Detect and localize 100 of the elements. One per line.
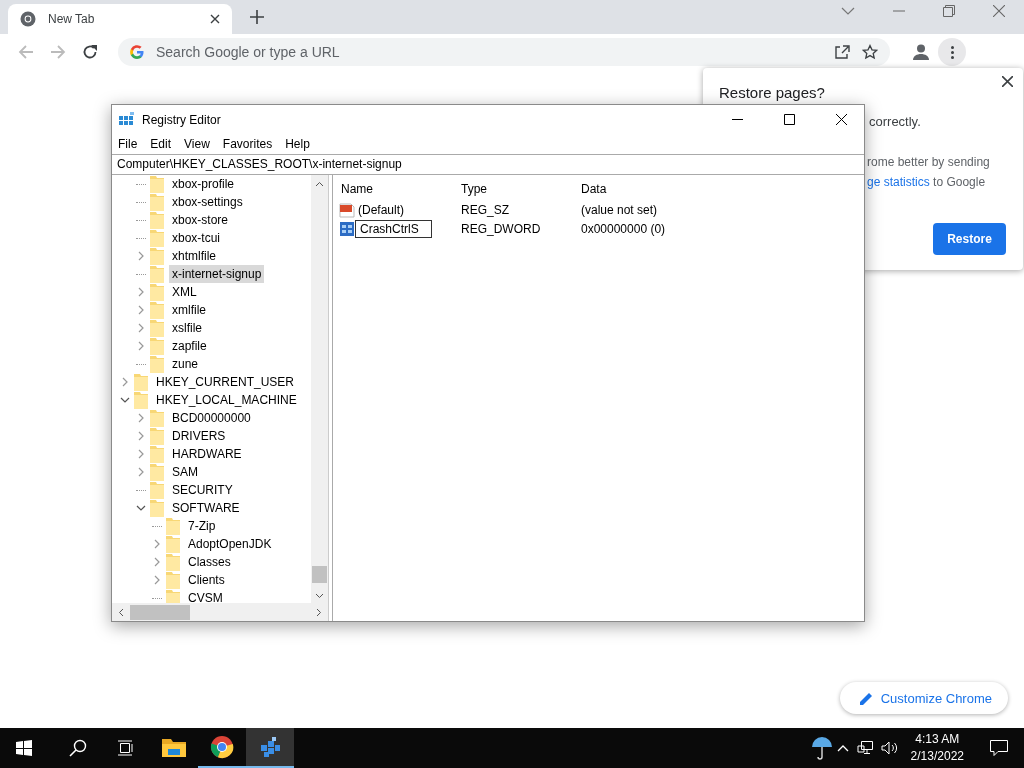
tree-item[interactable]: 7-Zip bbox=[185, 517, 219, 535]
close-icon[interactable] bbox=[1002, 76, 1013, 87]
chevron-right-icon[interactable] bbox=[136, 287, 146, 297]
scroll-left-icon[interactable] bbox=[118, 607, 124, 617]
horizontal-scrollbar[interactable] bbox=[112, 603, 328, 621]
tree-item[interactable]: XML bbox=[169, 283, 200, 301]
chevron-right-icon[interactable] bbox=[152, 575, 162, 585]
tree-item[interactable]: DRIVERS bbox=[169, 427, 229, 445]
tree-item[interactable]: HARDWARE bbox=[169, 445, 245, 463]
chevron-down-icon[interactable] bbox=[120, 395, 130, 405]
close-icon[interactable] bbox=[210, 14, 220, 24]
tree-item[interactable]: xbox-profile bbox=[169, 175, 238, 193]
search-icon[interactable] bbox=[69, 739, 87, 757]
value-data: 0x00000000 (0) bbox=[580, 221, 667, 236]
tree-item[interactable]: zapfile bbox=[169, 337, 210, 355]
tree-item[interactable]: xmlfile bbox=[169, 301, 209, 319]
close-icon[interactable] bbox=[836, 114, 847, 125]
tree-item[interactable]: SAM bbox=[169, 463, 201, 481]
scroll-thumb[interactable] bbox=[312, 566, 327, 583]
menu-icon[interactable] bbox=[938, 38, 966, 66]
usage-statistics-link[interactable]: ge statistics bbox=[867, 175, 930, 189]
menu-item[interactable]: Help bbox=[285, 137, 310, 151]
chevron-right-icon[interactable] bbox=[136, 341, 146, 351]
customize-chrome-button[interactable]: Customize Chrome bbox=[839, 682, 1008, 714]
clock-date[interactable]: 2/13/2022 bbox=[910, 748, 964, 765]
browser-tab[interactable]: New Tab bbox=[8, 4, 232, 34]
tree-item[interactable]: x-internet-signup bbox=[169, 265, 265, 283]
tree-item[interactable]: SECURITY bbox=[169, 481, 236, 499]
tree-item[interactable]: HKEY_LOCAL_MACHINE bbox=[153, 391, 300, 409]
tree-item[interactable]: HKEY_CURRENT_USER bbox=[153, 373, 298, 391]
tree-item[interactable]: AdoptOpenJDK bbox=[185, 535, 275, 553]
chevron-right-icon[interactable] bbox=[152, 539, 162, 549]
tree-item[interactable]: zune bbox=[169, 355, 202, 373]
chevron-right-icon[interactable] bbox=[136, 467, 146, 477]
tree-item[interactable]: xbox-tcui bbox=[169, 229, 224, 247]
chevron-right-icon[interactable] bbox=[152, 557, 162, 567]
menu-item[interactable]: Favorites bbox=[222, 137, 273, 151]
network-icon[interactable] bbox=[856, 741, 873, 755]
tree-item[interactable]: xbox-store bbox=[169, 211, 232, 229]
scroll-down-icon[interactable] bbox=[315, 593, 324, 599]
chevron-down-icon[interactable] bbox=[841, 6, 855, 16]
umbrella-icon[interactable] bbox=[810, 736, 833, 760]
task-view-icon[interactable] bbox=[117, 740, 135, 756]
tree-item[interactable]: CVSM bbox=[185, 589, 226, 603]
value-type: REG_DWORD bbox=[460, 221, 542, 236]
google-g-icon bbox=[130, 45, 144, 59]
chevron-right-icon[interactable] bbox=[136, 413, 146, 423]
tree-item[interactable]: Clients bbox=[185, 571, 228, 589]
tree-item[interactable]: xbox-settings bbox=[169, 193, 246, 211]
chevron-right-icon[interactable] bbox=[136, 251, 146, 261]
chevron-down-icon[interactable] bbox=[136, 503, 146, 513]
chevron-right-icon[interactable] bbox=[136, 305, 146, 315]
address-bar[interactable]: Search Google or type a URL bbox=[118, 38, 890, 66]
reload-icon[interactable] bbox=[82, 44, 98, 60]
column-header[interactable]: Type bbox=[459, 182, 579, 196]
taskbar-app[interactable] bbox=[246, 728, 294, 768]
plus-icon[interactable] bbox=[250, 10, 264, 24]
chevron-right-icon[interactable] bbox=[136, 323, 146, 333]
folder-icon bbox=[150, 499, 164, 517]
search-field[interactable]: Search Google or type a URL bbox=[156, 44, 456, 60]
window-title: Registry Editor bbox=[142, 112, 221, 127]
windows-start-icon[interactable] bbox=[16, 740, 32, 756]
share-icon[interactable] bbox=[834, 44, 850, 60]
column-header[interactable]: Data bbox=[579, 182, 739, 196]
dialog-text: rome better by sending bbox=[867, 155, 990, 169]
address-field[interactable]: Computer\HKEY_CLASSES_ROOT\x-internet-signup bbox=[112, 154, 864, 175]
volume-icon[interactable] bbox=[880, 741, 899, 755]
folder-icon bbox=[166, 535, 180, 553]
column-header[interactable]: Name bbox=[339, 182, 459, 196]
vertical-scrollbar[interactable] bbox=[311, 175, 328, 603]
restore-icon[interactable] bbox=[943, 5, 955, 17]
scroll-thumb[interactable] bbox=[130, 604, 190, 620]
maximize-icon[interactable] bbox=[784, 114, 795, 125]
string-value-icon bbox=[339, 201, 355, 218]
chevron-right-icon[interactable] bbox=[120, 377, 130, 387]
folder-icon bbox=[134, 373, 148, 391]
clock-time[interactable]: 4:13 AM bbox=[915, 731, 960, 748]
restore-button[interactable]: Restore bbox=[933, 223, 1006, 255]
scroll-up-icon[interactable] bbox=[315, 181, 324, 187]
notification-icon[interactable] bbox=[990, 740, 1008, 756]
folder-icon bbox=[166, 589, 180, 603]
scroll-right-icon[interactable] bbox=[316, 607, 322, 617]
star-icon[interactable] bbox=[862, 44, 878, 60]
menu-item[interactable]: View bbox=[184, 137, 210, 151]
tree-item[interactable]: BCD00000000 bbox=[169, 409, 254, 427]
chevron-right-icon[interactable] bbox=[136, 431, 146, 441]
tree-item[interactable]: xslfile bbox=[169, 319, 205, 337]
rename-field[interactable]: CrashCtrlS bbox=[355, 219, 432, 238]
tree-item[interactable]: SOFTWARE bbox=[169, 499, 243, 517]
value-name[interactable]: (Default) bbox=[357, 202, 405, 217]
folder-icon bbox=[150, 445, 164, 463]
chevron-up-icon[interactable] bbox=[836, 744, 849, 752]
cubes-icon bbox=[258, 735, 282, 759]
chevron-right-icon[interactable] bbox=[136, 449, 146, 459]
menu-item[interactable]: Edit bbox=[150, 137, 172, 151]
menu-item[interactable]: File bbox=[118, 137, 138, 151]
tree-item[interactable]: xhtmlfile bbox=[169, 247, 219, 265]
tree-item[interactable]: Classes bbox=[185, 553, 234, 571]
profile-icon[interactable] bbox=[912, 43, 930, 61]
folder-icon bbox=[150, 463, 164, 481]
